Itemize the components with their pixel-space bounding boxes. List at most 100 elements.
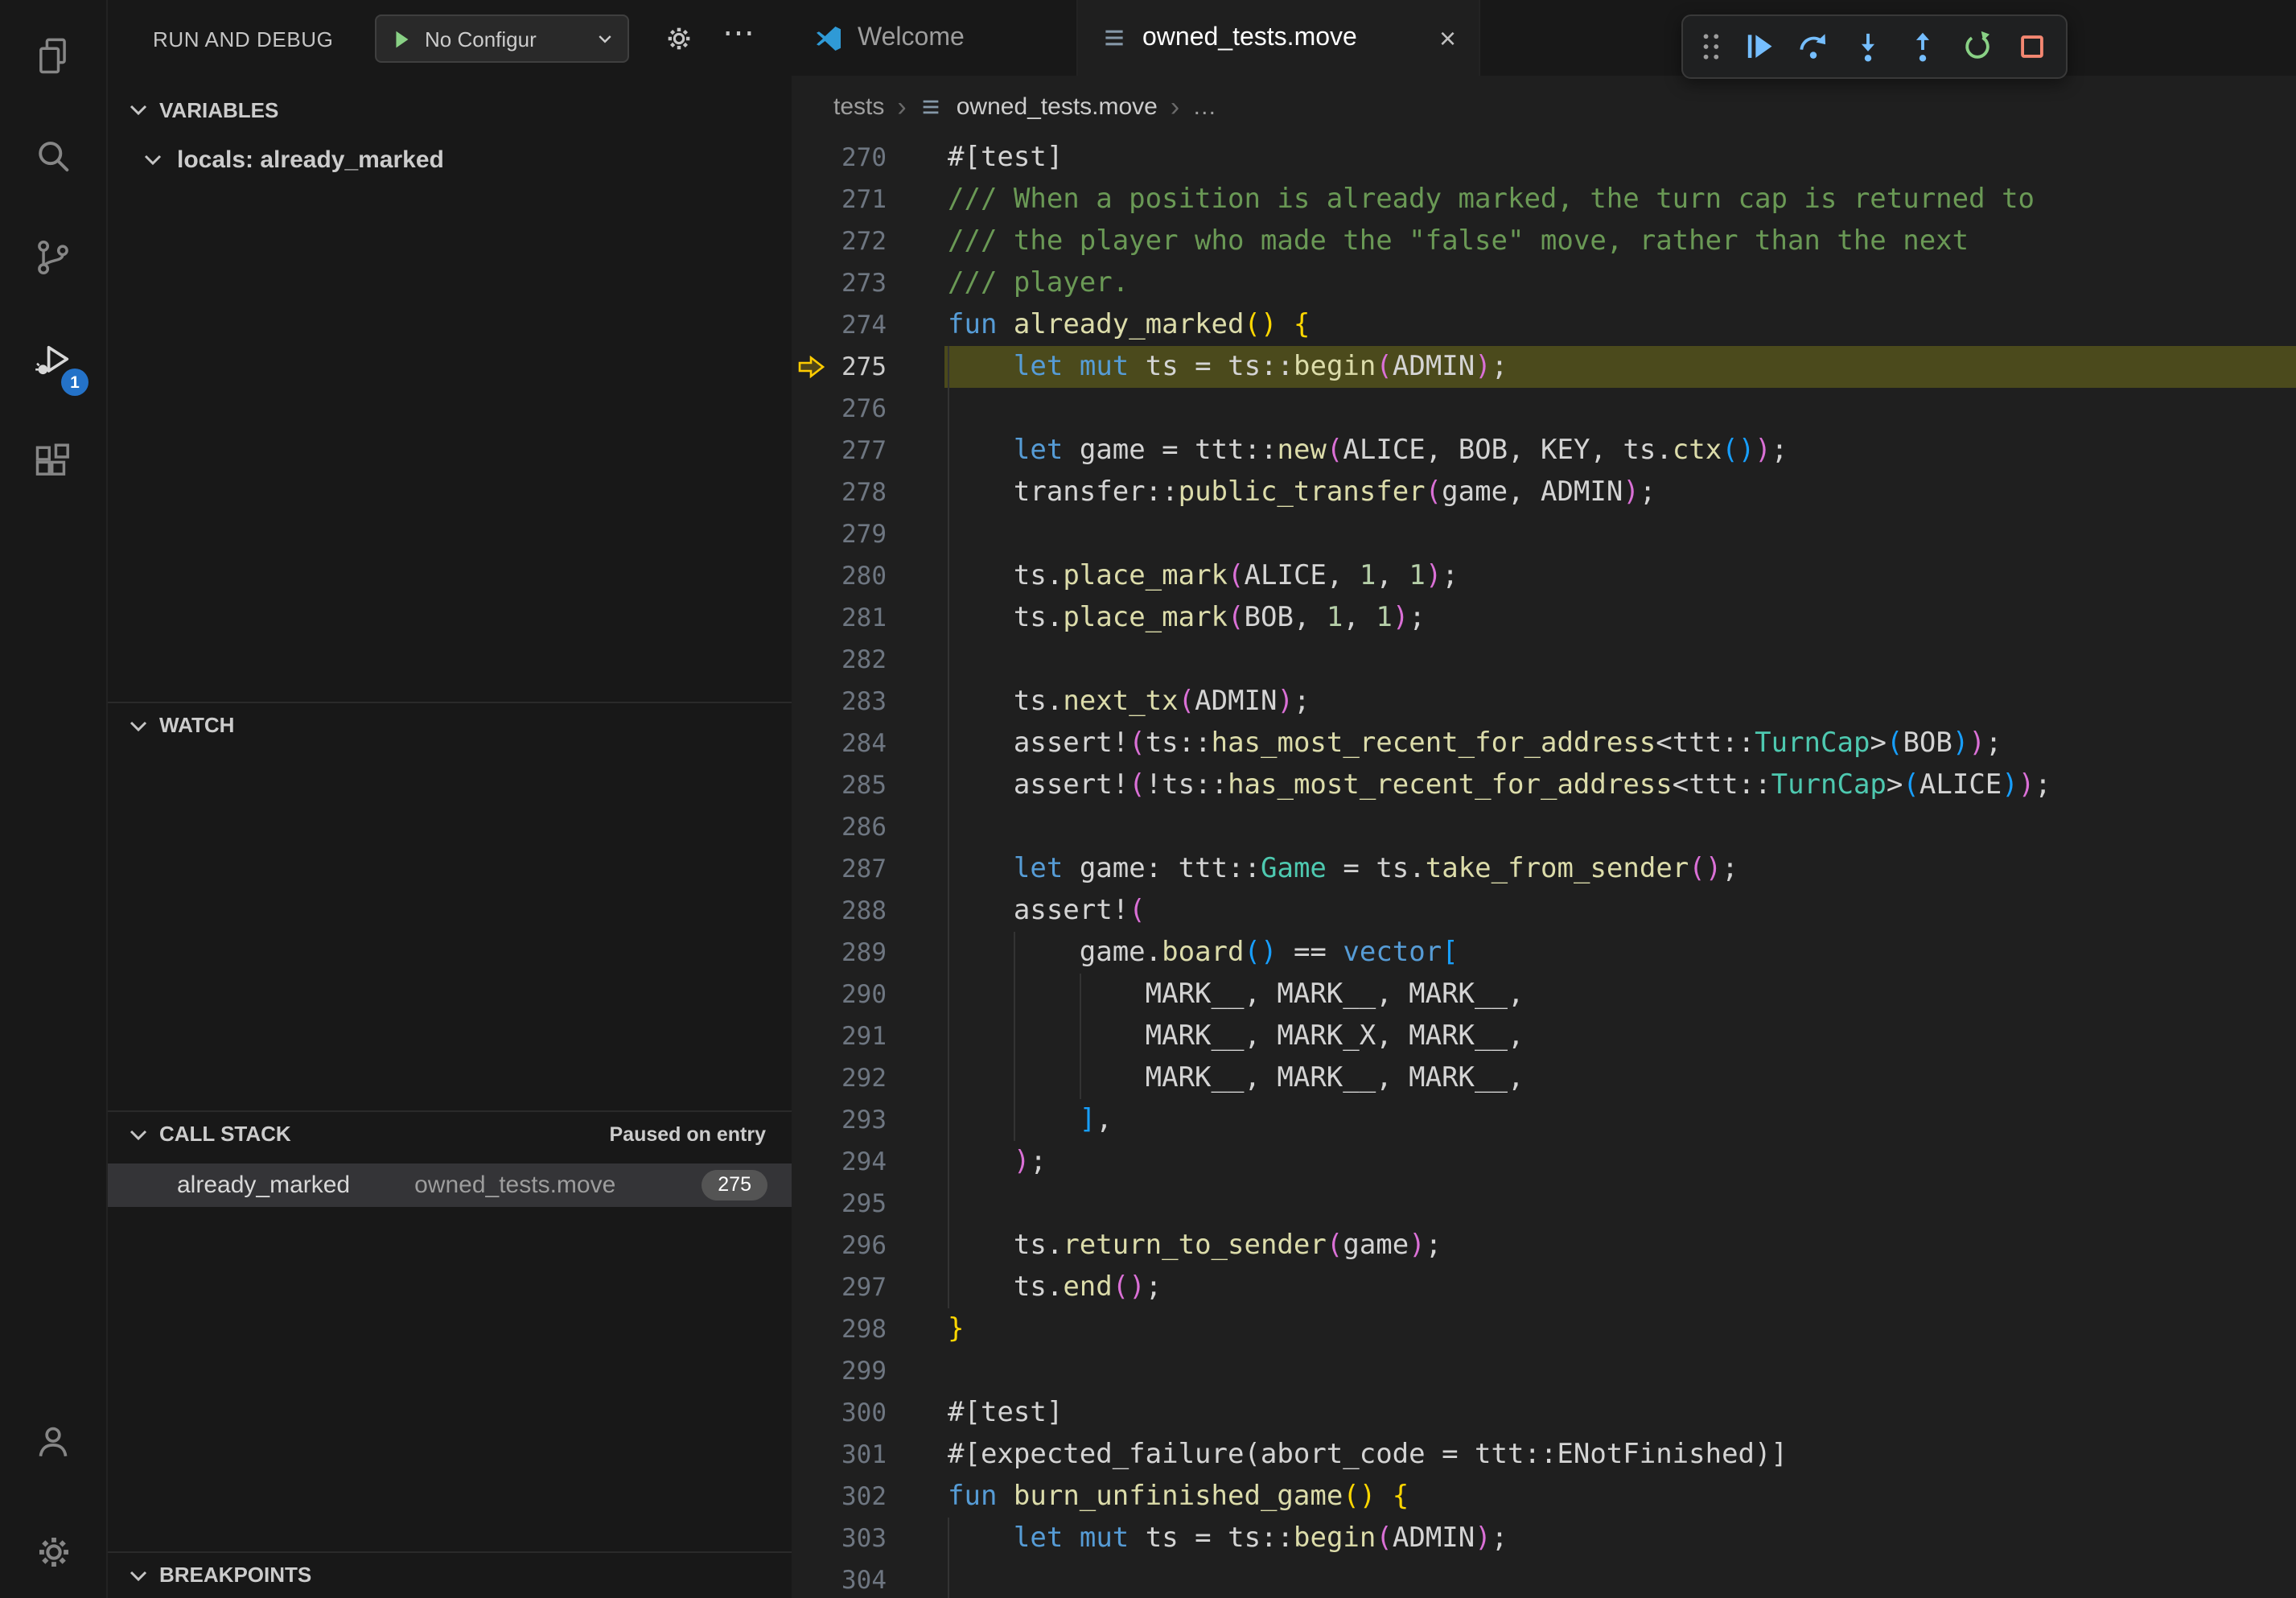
code-line-293[interactable]: 293 ], xyxy=(792,1099,2296,1141)
line-code[interactable]: #[test] xyxy=(901,137,2296,179)
code-line-283[interactable]: 283 ts.next_tx(ADMIN); xyxy=(792,681,2296,723)
line-code[interactable]: ], xyxy=(901,1099,2296,1141)
code-line-304[interactable]: 304 xyxy=(792,1559,2296,1598)
code-line-294[interactable]: 294 ); xyxy=(792,1141,2296,1183)
line-code[interactable]: /// player. xyxy=(901,262,2296,304)
line-code[interactable]: assert!(!ts::has_most_recent_for_address… xyxy=(901,764,2296,806)
line-gutter[interactable]: 272 xyxy=(792,220,901,262)
line-code[interactable] xyxy=(901,513,2296,555)
line-gutter[interactable]: 271 xyxy=(792,179,901,220)
line-gutter[interactable]: 292 xyxy=(792,1057,901,1099)
breadcrumb-symbol-ellipsis[interactable]: … xyxy=(1192,93,1216,120)
line-code[interactable]: #[test] xyxy=(901,1392,2296,1434)
line-code[interactable]: ts.next_tx(ADMIN); xyxy=(901,681,2296,723)
line-code[interactable]: let mut ts = ts::begin(ADMIN); xyxy=(901,1518,2296,1559)
more-actions-button[interactable]: ⋯ xyxy=(722,13,755,53)
line-gutter[interactable]: 276 xyxy=(792,388,901,430)
line-gutter[interactable]: 297 xyxy=(792,1266,901,1308)
line-gutter[interactable]: 285 xyxy=(792,764,901,806)
code-line-298[interactable]: 298} xyxy=(792,1308,2296,1350)
code-line-286[interactable]: 286 xyxy=(792,806,2296,848)
line-code[interactable]: transfer::public_transfer(game, ADMIN); xyxy=(901,472,2296,513)
restart-button[interactable] xyxy=(1950,23,2005,71)
variables-section-header[interactable]: VARIABLES xyxy=(108,87,792,132)
code-line-282[interactable]: 282 xyxy=(792,639,2296,681)
activity-source-control-button[interactable] xyxy=(26,230,80,285)
line-gutter[interactable]: 287 xyxy=(792,848,901,890)
line-code[interactable]: fun already_marked() { xyxy=(901,304,2296,346)
code-line-278[interactable]: 278 transfer::public_transfer(game, ADMI… xyxy=(792,472,2296,513)
step-into-button[interactable] xyxy=(1841,23,1895,71)
line-code[interactable]: ); xyxy=(901,1141,2296,1183)
code-line-302[interactable]: 302fun burn_unfinished_game() { xyxy=(792,1476,2296,1518)
line-gutter[interactable]: 304 xyxy=(792,1559,901,1598)
line-code[interactable]: let game = ttt::new(ALICE, BOB, KEY, ts.… xyxy=(901,430,2296,472)
code-line-291[interactable]: 291 MARK__, MARK_X, MARK__, xyxy=(792,1015,2296,1057)
line-code[interactable]: MARK__, MARK_X, MARK__, xyxy=(901,1015,2296,1057)
tab-owned-tests[interactable]: owned_tests.move × xyxy=(1078,0,1480,76)
line-code[interactable]: assert!(ts::has_most_recent_for_address<… xyxy=(901,723,2296,764)
code-line-271[interactable]: 271/// When a position is already marked… xyxy=(792,179,2296,220)
line-gutter[interactable]: 303 xyxy=(792,1518,901,1559)
code-line-297[interactable]: 297 ts.end(); xyxy=(792,1266,2296,1308)
line-code[interactable]: MARK__, MARK__, MARK__, xyxy=(901,1057,2296,1099)
line-gutter[interactable]: 274 xyxy=(792,304,901,346)
line-code[interactable]: let mut ts = ts::begin(ADMIN); xyxy=(901,346,2296,388)
code-line-277[interactable]: 277 let game = ttt::new(ALICE, BOB, KEY,… xyxy=(792,430,2296,472)
activity-explorer-button[interactable] xyxy=(26,29,80,84)
line-code[interactable] xyxy=(901,639,2296,681)
step-out-button[interactable] xyxy=(1895,23,1950,71)
code-line-290[interactable]: 290 MARK__, MARK__, MARK__, xyxy=(792,974,2296,1015)
code-line-287[interactable]: 287 let game: ttt::Game = ts.take_from_s… xyxy=(792,848,2296,890)
line-gutter[interactable]: 282 xyxy=(792,639,901,681)
start-debug-icon[interactable] xyxy=(389,27,414,51)
debug-config-picker[interactable]: No Configur xyxy=(375,14,629,63)
line-code[interactable]: ts.place_mark(ALICE, 1, 1); xyxy=(901,555,2296,597)
code-line-276[interactable]: 276 xyxy=(792,388,2296,430)
line-gutter[interactable]: 299 xyxy=(792,1350,901,1392)
line-code[interactable]: ts.end(); xyxy=(901,1266,2296,1308)
line-gutter[interactable]: 302 xyxy=(792,1476,901,1518)
call-stack-frame[interactable]: already_marked owned_tests.move 275 xyxy=(108,1163,792,1207)
activity-run-debug-button[interactable]: 1 xyxy=(26,333,80,388)
line-code[interactable]: /// the player who made the "false" move… xyxy=(901,220,2296,262)
code-line-270[interactable]: 270#[test] xyxy=(792,137,2296,179)
line-gutter[interactable]: 283 xyxy=(792,681,901,723)
code-line-285[interactable]: 285 assert!(!ts::has_most_recent_for_add… xyxy=(792,764,2296,806)
code-line-299[interactable]: 299 xyxy=(792,1350,2296,1392)
breakpoints-section-header[interactable]: BREAKPOINTS xyxy=(108,1551,792,1596)
activity-extensions-button[interactable] xyxy=(26,435,80,489)
activity-settings-button[interactable] xyxy=(26,1524,80,1579)
line-gutter[interactable]: 275 xyxy=(792,346,901,388)
activity-account-button[interactable] xyxy=(26,1415,80,1469)
line-code[interactable]: /// When a position is already marked, t… xyxy=(901,179,2296,220)
line-gutter[interactable]: 294 xyxy=(792,1141,901,1183)
line-code[interactable]: fun burn_unfinished_game() { xyxy=(901,1476,2296,1518)
line-code[interactable] xyxy=(901,806,2296,848)
code-line-303[interactable]: 303 let mut ts = ts::begin(ADMIN); xyxy=(792,1518,2296,1559)
toolbar-drag-handle[interactable] xyxy=(1689,23,1731,71)
code-line-295[interactable]: 295 xyxy=(792,1183,2296,1225)
line-gutter[interactable]: 290 xyxy=(792,974,901,1015)
line-code[interactable]: ts.place_mark(BOB, 1, 1); xyxy=(901,597,2296,639)
line-gutter[interactable]: 293 xyxy=(792,1099,901,1141)
code-line-292[interactable]: 292 MARK__, MARK__, MARK__, xyxy=(792,1057,2296,1099)
code-line-280[interactable]: 280 ts.place_mark(ALICE, 1, 1); xyxy=(792,555,2296,597)
tab-welcome[interactable]: Welcome xyxy=(792,0,1078,76)
line-gutter[interactable]: 296 xyxy=(792,1225,901,1266)
code-line-288[interactable]: 288 assert!( xyxy=(792,890,2296,932)
line-code[interactable]: game.board() == vector[ xyxy=(901,932,2296,974)
code-line-300[interactable]: 300#[test] xyxy=(792,1392,2296,1434)
stop-button[interactable] xyxy=(2005,23,2059,71)
line-gutter[interactable]: 291 xyxy=(792,1015,901,1057)
call-stack-section-header[interactable]: CALL STACK Paused on entry xyxy=(108,1110,792,1155)
line-code[interactable]: let game: ttt::Game = ts.take_from_sende… xyxy=(901,848,2296,890)
code-line-279[interactable]: 279 xyxy=(792,513,2296,555)
continue-button[interactable] xyxy=(1731,23,1786,71)
line-code[interactable]: assert!( xyxy=(901,890,2296,932)
line-gutter[interactable]: 289 xyxy=(792,932,901,974)
variables-scope-row[interactable]: locals: already_marked xyxy=(108,138,792,180)
line-gutter[interactable]: 279 xyxy=(792,513,901,555)
code-line-284[interactable]: 284 assert!(ts::has_most_recent_for_addr… xyxy=(792,723,2296,764)
line-code[interactable] xyxy=(901,1559,2296,1598)
